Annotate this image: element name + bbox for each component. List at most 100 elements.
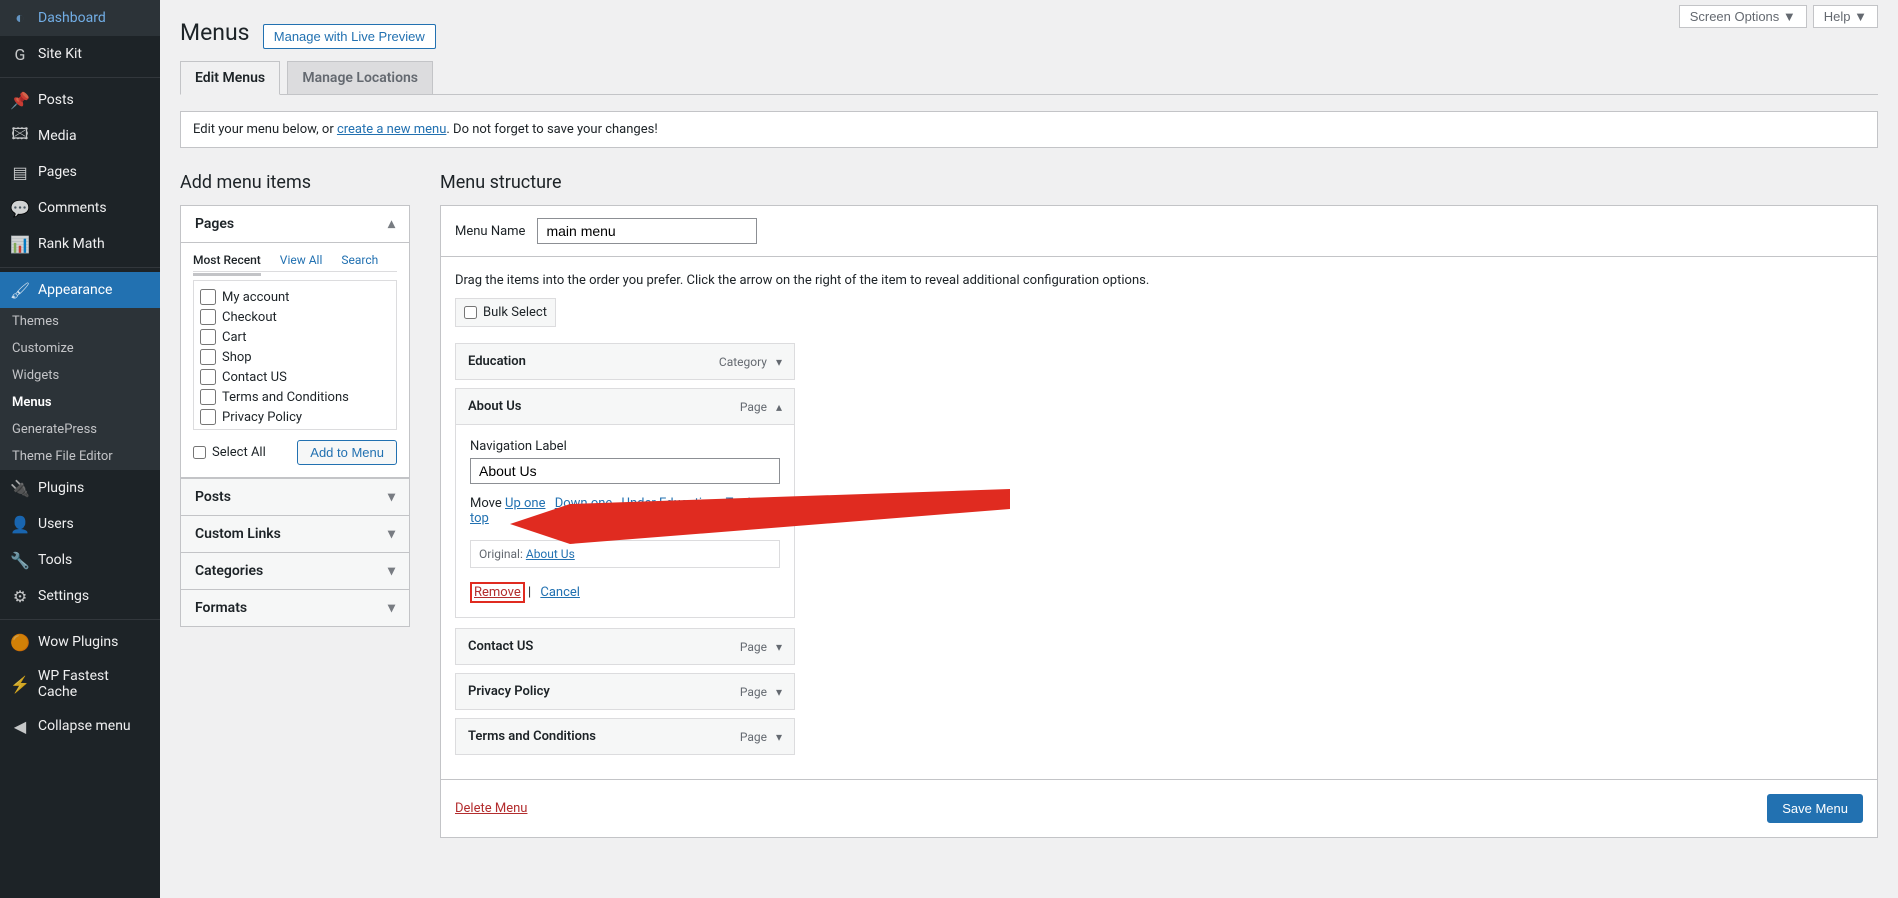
nav-label-input[interactable] [470,458,780,484]
posts-accordion-header[interactable]: Posts▾ [181,479,409,515]
categories-box: Categories▾ [180,553,410,590]
pages-inner-tabs: Most Recent View All Search [193,253,397,272]
cancel-link[interactable]: Cancel [540,585,580,600]
sidebar-item-wp-fastest-cache[interactable]: ⚡WP Fastest Cache [0,660,160,708]
select-all-label[interactable]: Select All [193,445,266,460]
live-preview-button[interactable]: Manage with Live Preview [263,24,436,49]
page-checkbox[interactable] [200,329,216,345]
screen-options-button[interactable]: Screen Options ▼ [1679,5,1807,28]
page-item[interactable]: Checkout [200,307,390,327]
formats-accordion-header[interactable]: Formats▾ [181,590,409,626]
menu-item[interactable]: Terms and Conditions Page ▾ [455,718,795,755]
sidebar-item-rank-math[interactable]: 📊Rank Math [0,226,160,262]
page-item[interactable]: Shop [200,347,390,367]
sidebar-item-label: Posts [38,92,74,108]
users-icon: 👤 [10,514,30,534]
menu-item[interactable]: Privacy PolicyPage ▾ [455,673,795,710]
bulk-select-checkbox[interactable] [464,306,477,319]
page-checkbox[interactable] [200,349,216,365]
sidebar-item-plugins[interactable]: 🔌Plugins [0,470,160,506]
menu-item[interactable]: About UsPage ▴ [455,388,795,425]
add-to-menu-button[interactable]: Add to Menu [297,440,397,465]
cache-icon: ⚡ [10,674,30,694]
help-button[interactable]: Help ▼ [1813,5,1878,28]
chevron-icon[interactable]: ▾ [776,355,782,369]
menu-item-title: Terms and Conditions [468,729,596,744]
menu-item-type: Page ▾ [740,640,782,654]
delete-menu-link[interactable]: Delete Menu [455,801,527,816]
submenu-item-generatepress[interactable]: GeneratePress [0,416,160,443]
sidebar-item-dashboard[interactable]: ◐Dashboard [0,0,160,36]
page-checkbox[interactable] [200,409,216,425]
sidebar-item-posts[interactable]: 📌Posts [0,82,160,118]
page-item[interactable]: My account [200,287,390,307]
menu-item-type: Page ▾ [740,730,782,744]
categories-accordion-header[interactable]: Categories▾ [181,553,409,589]
sidebar-item-pages[interactable]: ▤Pages [0,154,160,190]
sidebar-item-label: Site Kit [38,46,82,62]
chevron-icon[interactable]: ▴ [776,400,782,414]
chevron-icon[interactable]: ▾ [776,640,782,654]
page-label: My account [222,290,289,305]
chevron-down-icon: ▾ [388,489,395,505]
sidebar-item-wow-plugins[interactable]: 🟠Wow Plugins [0,624,160,660]
sidebar-item-settings[interactable]: ⚙Settings [0,578,160,614]
nav-tabs: Edit Menus Manage Locations [180,60,1878,95]
sidebar-item-collapse-menu[interactable]: ◀Collapse menu [0,708,160,744]
select-all-checkbox[interactable] [193,446,206,459]
original-link[interactable]: About Us [526,547,575,561]
formats-box: Formats▾ [180,590,410,627]
custom-links-accordion-header[interactable]: Custom Links▾ [181,516,409,552]
sidebar-item-appearance[interactable]: 🖌Appearance [0,272,160,308]
accordion-title: Categories [195,563,263,579]
menu-item[interactable]: EducationCategory ▾ [455,343,795,380]
chevron-icon[interactable]: ▾ [776,685,782,699]
sidebar-item-site-kit[interactable]: GSite Kit [0,36,160,72]
page-checkbox[interactable] [200,289,216,305]
sidebar-item-label: Comments [38,200,107,216]
tab-manage-locations[interactable]: Manage Locations [287,61,433,94]
create-new-menu-link[interactable]: create a new menu [337,122,446,137]
settings-icon: ⚙ [10,586,30,606]
plugins-icon: 🔌 [10,478,30,498]
chevron-icon[interactable]: ▾ [776,730,782,744]
move-link[interactable]: Down one [555,496,613,511]
submenu-item-theme-file-editor[interactable]: Theme File Editor [0,443,160,470]
sidebar-item-tools[interactable]: 🔧Tools [0,542,160,578]
page-checkbox[interactable] [200,429,216,430]
page-item[interactable]: Contact US [200,367,390,387]
submenu-item-customize[interactable]: Customize [0,335,160,362]
menu-item-type: Page ▾ [740,685,782,699]
menu-item-title: About Us [468,399,521,414]
sidebar-item-comments[interactable]: 💬Comments [0,190,160,226]
sidebar-item-users[interactable]: 👤Users [0,506,160,542]
sidebar-item-media[interactable]: 🖾Media [0,118,160,154]
tab-view-all[interactable]: View All [280,253,323,267]
page-item[interactable]: About Us [200,427,390,430]
chevron-down-icon: ▾ [388,600,395,616]
page-checkbox[interactable] [200,369,216,385]
appearance-icon: 🖌 [10,280,30,300]
menu-name-input[interactable] [537,218,757,244]
tab-search[interactable]: Search [341,253,378,267]
pages-accordion-header[interactable]: Pages ▴ [181,206,409,243]
save-menu-button[interactable]: Save Menu [1767,794,1863,823]
tab-edit-menus[interactable]: Edit Menus [180,61,280,95]
main-content: Screen Options ▼ Help ▼ Menus Manage wit… [160,0,1898,898]
page-checkbox[interactable] [200,309,216,325]
pages-heading: Pages [195,216,234,232]
page-label: About Us [222,430,275,431]
submenu-item-themes[interactable]: Themes [0,308,160,335]
page-checkbox[interactable] [200,389,216,405]
submenu-item-widgets[interactable]: Widgets [0,362,160,389]
page-item[interactable]: Privacy Policy [200,407,390,427]
menu-item[interactable]: Contact USPage ▾ [455,628,795,665]
submenu-item-menus[interactable]: Menus [0,389,160,416]
page-item[interactable]: Terms and Conditions [200,387,390,407]
move-link[interactable]: Up one [505,496,545,511]
pages-list[interactable]: My account CheckoutCartShopContact USTerm… [193,280,397,430]
move-link[interactable]: Under Education [622,496,717,511]
page-item[interactable]: Cart [200,327,390,347]
remove-link[interactable]: Remove [470,582,525,603]
tab-most-recent[interactable]: Most Recent [193,253,261,276]
